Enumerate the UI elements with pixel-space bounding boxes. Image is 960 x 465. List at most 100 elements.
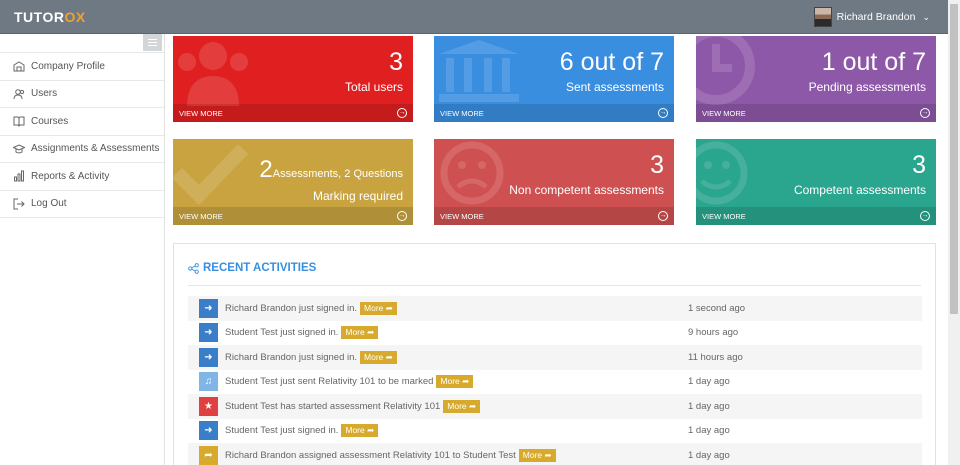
tile-sent-assessments: 6 out of 7 Sent assessments VIEW MORE → <box>434 36 674 122</box>
view-more-label: VIEW MORE <box>440 108 484 118</box>
brand-logo[interactable]: TUTOROX <box>14 9 86 25</box>
view-more-link[interactable]: VIEW MORE → <box>434 207 674 225</box>
tile-number-suffix: Assessments, 2 Questions <box>272 168 403 180</box>
clock-icon <box>696 36 755 105</box>
more-button[interactable]: More ➦ <box>360 350 397 364</box>
brand-name-main: TUTOR <box>14 9 65 25</box>
tile-competent: 3 Competent assessments VIEW MORE → <box>696 139 936 225</box>
sidebar-item-reports[interactable]: Reports & Activity <box>0 163 164 191</box>
share-icon: ➦ <box>199 445 218 465</box>
more-button[interactable]: More ➦ <box>436 375 474 389</box>
activity-time: 1 second ago <box>688 302 746 314</box>
panel-title: RECENT ACTIVITIES <box>188 262 316 274</box>
frown-icon <box>440 141 504 205</box>
arrow-right-circle-icon: → <box>397 108 407 118</box>
list-item: ★ Student Test has started assessment Re… <box>188 394 922 419</box>
sidebar-item-label: Assignments & Assessments <box>31 143 160 155</box>
activity-time: 1 day ago <box>688 425 730 437</box>
view-more-label: VIEW MORE <box>702 108 746 118</box>
view-more-link[interactable]: VIEW MORE → <box>434 104 674 122</box>
share-icon: ➦ <box>367 425 375 436</box>
tile-number: 1 out of 7 <box>821 48 926 76</box>
users-icon <box>12 87 26 101</box>
sidebar-item-label: Company Profile <box>31 60 105 72</box>
more-label: More <box>364 302 384 313</box>
list-item: ➜ Student Test just signed in. More ➦ 9 … <box>188 321 922 346</box>
brand-name-accent: OX <box>64 9 86 25</box>
recent-activities-panel: RECENT ACTIVITIES ➜ Richard Brandon just… <box>173 243 936 465</box>
more-button[interactable]: More ➦ <box>443 399 481 413</box>
view-more-link[interactable]: VIEW MORE → <box>173 104 413 122</box>
more-label: More <box>345 327 365 338</box>
smile-icon <box>696 141 748 205</box>
users-icon <box>178 42 248 106</box>
activity-text: Student Test just signed in. <box>225 327 339 339</box>
sidebar-item-label: Reports & Activity <box>31 170 110 182</box>
share-alt-icon <box>188 262 199 274</box>
sign-in-icon: ➜ <box>199 421 218 441</box>
activity-time: 1 day ago <box>688 376 730 388</box>
tile-number: 3 <box>389 48 403 76</box>
tile-label: Total users <box>344 80 403 94</box>
arrow-right-circle-icon: → <box>920 211 930 221</box>
building-icon <box>12 59 26 73</box>
tile-number: 6 out of 7 <box>559 48 664 76</box>
list-item: ➜ Richard Brandon just signed in. More ➦… <box>188 345 922 370</box>
more-label: More <box>440 376 460 387</box>
share-icon: ➦ <box>469 400 477 411</box>
view-more-label: VIEW MORE <box>179 108 223 118</box>
view-more-link[interactable]: VIEW MORE → <box>696 207 936 225</box>
more-label: More <box>345 425 365 436</box>
user-menu[interactable]: Richard Brandon ⌄ <box>813 7 930 27</box>
scrollbar-thumb[interactable] <box>950 4 958 314</box>
hamburger-icon <box>148 39 157 40</box>
sidebar-item-users[interactable]: Users <box>0 81 164 108</box>
activity-text: Richard Brandon assigned assessment Rela… <box>225 449 516 461</box>
divider <box>188 285 921 286</box>
more-button[interactable]: More ➦ <box>341 424 379 438</box>
activity-text: Richard Brandon just signed in. <box>225 351 358 363</box>
sidebar-item-logout[interactable]: Log Out <box>0 191 164 218</box>
sidebar-toggle-button[interactable] <box>143 34 162 51</box>
tile-label: Marking required <box>312 189 403 203</box>
arrow-right-circle-icon: → <box>658 211 668 221</box>
graduation-cap-icon <box>12 142 26 156</box>
sidebar-item-label: Users <box>31 88 58 100</box>
sign-in-icon: ➜ <box>199 323 218 343</box>
arrow-right-circle-icon: → <box>658 108 668 118</box>
book-icon <box>12 114 26 128</box>
tile-label: Pending assessments <box>808 80 926 94</box>
view-more-link[interactable]: VIEW MORE → <box>696 104 936 122</box>
more-button[interactable]: More ➦ <box>518 448 556 462</box>
tile-number: 3 <box>650 151 664 179</box>
view-more-label: VIEW MORE <box>179 211 223 221</box>
tile-label: Competent assessments <box>793 183 926 197</box>
more-button[interactable]: More ➦ <box>360 301 397 315</box>
sidebar-item-courses[interactable]: Courses <box>0 108 164 136</box>
tile-number-value: 2 <box>259 156 273 183</box>
sidebar: Company Profile Users Courses Assignment… <box>0 34 165 465</box>
page-scrollbar[interactable] <box>948 0 960 465</box>
share-icon: ➦ <box>367 327 375 338</box>
tile-total-users: 3 Total users VIEW MORE → <box>173 36 413 122</box>
view-more-link[interactable]: VIEW MORE → <box>173 207 413 225</box>
sidebar-item-label: Log Out <box>31 198 67 210</box>
share-icon: ➦ <box>385 302 393 313</box>
check-icon <box>173 144 249 206</box>
sign-in-icon: ➜ <box>199 298 218 318</box>
activity-list: ➜ Richard Brandon just signed in. More ➦… <box>188 296 922 465</box>
list-item: ➜ Student Test just signed in. More ➦ 1 … <box>188 419 922 444</box>
avatar <box>813 7 832 27</box>
arrow-right-circle-icon: → <box>920 108 930 118</box>
activity-text: Richard Brandon just signed in. <box>225 302 358 314</box>
sidebar-item-assignments[interactable]: Assignments & Assessments <box>0 136 164 163</box>
top-navbar: TUTOROX Richard Brandon ⌄ <box>0 0 948 34</box>
list-item: ♫ Student Test just sent Relativity 101 … <box>188 370 922 395</box>
more-button[interactable]: More ➦ <box>341 326 379 340</box>
chevron-down-icon: ⌄ <box>922 11 930 22</box>
more-label: More <box>447 400 467 411</box>
hamburger-icon-line <box>148 45 157 46</box>
tile-pending-assessments: 1 out of 7 Pending assessments VIEW MORE… <box>696 36 936 122</box>
sidebar-item-company-profile[interactable]: Company Profile <box>0 53 164 81</box>
activity-time: 1 day ago <box>688 449 730 461</box>
